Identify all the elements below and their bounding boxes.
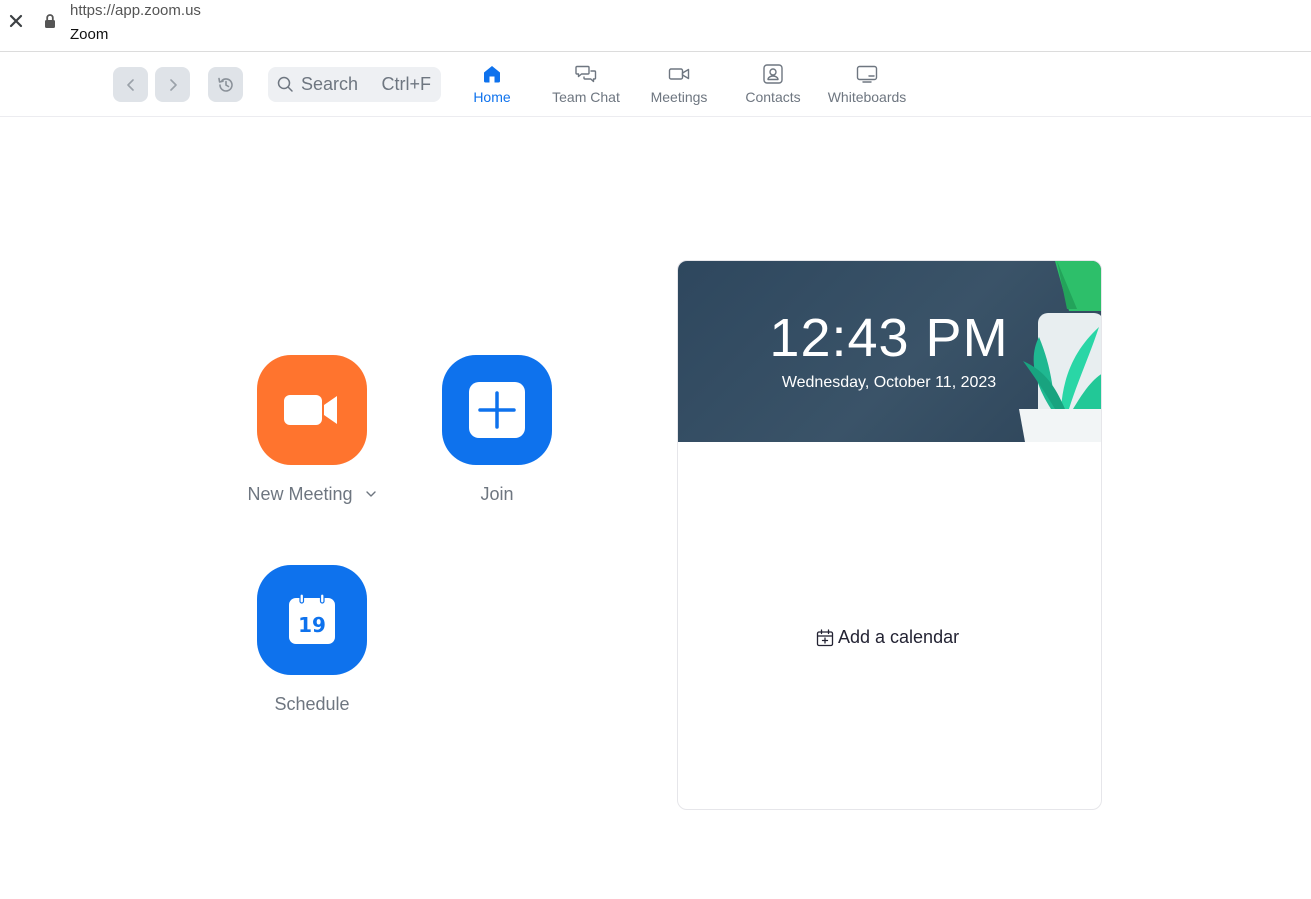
chat-bubbles-icon [574, 62, 598, 86]
tab-label: Home [473, 89, 511, 105]
tab-label: Contacts [745, 89, 801, 105]
calendar-day: 19 [298, 613, 326, 637]
chevron-right-icon [169, 78, 177, 91]
history-icon [217, 77, 233, 92]
clock-date: Wednesday, October 11, 2023 [781, 374, 997, 391]
video-camera-icon [284, 395, 337, 425]
calendar-add-icon [816, 628, 834, 646]
url-text[interactable]: https://app.zoom.us [70, 2, 201, 19]
search-icon [277, 76, 293, 92]
whiteboard-icon [855, 62, 879, 86]
tab-home[interactable]: Home [445, 62, 539, 110]
video-camera-icon [667, 62, 691, 86]
join-label: Join [480, 484, 514, 504]
tab-contacts[interactable]: Contacts [726, 62, 820, 110]
history-button[interactable] [208, 67, 243, 102]
chevron-down-icon[interactable] [355, 489, 377, 501]
home-icon [480, 62, 504, 86]
clock-time: 12:43 PM [769, 308, 1009, 368]
search-shortcut: Ctrl+F [381, 74, 432, 94]
app-toolbar: Search Ctrl+F Home Team Chat Meetings Co… [0, 52, 1311, 117]
forward-button[interactable] [155, 67, 190, 102]
tab-label: Whiteboards [827, 89, 907, 105]
calendar-card: 12:43 PM Wednesday, October 11, 2023 Add… [677, 260, 1102, 810]
page-title: Zoom [70, 26, 109, 43]
lock-icon [43, 13, 57, 29]
add-calendar-label: Add a calendar [838, 627, 960, 647]
schedule-label: Schedule [274, 694, 350, 714]
contact-card-icon [761, 62, 785, 86]
join-tile[interactable] [442, 355, 552, 465]
join-button[interactable]: Join [442, 355, 552, 505]
schedule-button[interactable]: 19 Schedule [257, 565, 367, 715]
browser-bar: https://app.zoom.us Zoom [0, 0, 1311, 52]
search-input[interactable]: Search Ctrl+F [268, 67, 441, 102]
back-button[interactable] [113, 67, 148, 102]
chevron-left-icon [126, 78, 134, 91]
time-banner: 12:43 PM Wednesday, October 11, 2023 [678, 261, 1101, 442]
tab-meetings[interactable]: Meetings [632, 62, 726, 110]
schedule-tile[interactable]: 19 [257, 565, 367, 675]
close-icon[interactable] [6, 11, 26, 31]
new-meeting-button[interactable]: New Meeting [232, 355, 392, 505]
new-meeting-tile[interactable] [257, 355, 367, 465]
add-calendar-button[interactable]: Add a calendar [816, 627, 959, 648]
new-meeting-label: New Meeting [247, 484, 353, 504]
plus-icon [469, 382, 525, 438]
search-placeholder: Search [301, 74, 359, 94]
tab-label: Team Chat [552, 89, 620, 105]
calendar-icon: 19 [289, 594, 335, 644]
tab-label: Meetings [650, 89, 708, 105]
tab-team-chat[interactable]: Team Chat [539, 62, 633, 110]
tab-whiteboards[interactable]: Whiteboards [820, 62, 914, 110]
